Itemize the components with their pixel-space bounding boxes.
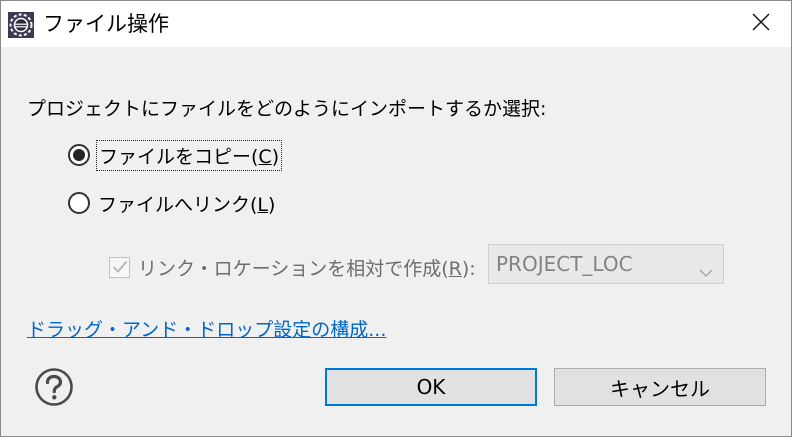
file-operation-dialog: ファイル操作 プロジェクトにファイルをどのようにインポートするか選択: ファイル…	[0, 0, 792, 437]
copy-files-radio[interactable]: ファイルをコピー(C)	[68, 139, 283, 171]
help-icon[interactable]	[34, 367, 74, 407]
relative-location-label: リンク・ロケーションを相対で作成(R):	[138, 257, 476, 280]
copy-files-label: ファイルをコピー(C)	[95, 139, 283, 171]
radio-selected-icon[interactable]	[68, 144, 90, 166]
location-combo-value: PROJECT_LOC	[496, 252, 633, 276]
checkbox-checked-icon[interactable]	[109, 256, 130, 278]
close-button[interactable]	[731, 1, 791, 47]
ok-button[interactable]: OK	[325, 368, 537, 406]
prompt-label: プロジェクトにファイルをどのようにインポートするか選択:	[27, 98, 547, 120]
chevron-down-icon[interactable]	[699, 258, 713, 282]
eclipse-icon	[7, 11, 35, 39]
configure-dnd-link[interactable]: ドラッグ・アンド・ドロップ設定の構成...	[27, 315, 386, 342]
link-files-label: ファイルへリンク(L)	[98, 193, 276, 216]
title-bar: ファイル操作	[1, 1, 791, 47]
close-icon	[752, 13, 770, 35]
dialog-title: ファイル操作	[43, 12, 169, 36]
radio-unselected-icon[interactable]	[68, 192, 90, 214]
link-files-radio[interactable]: ファイルへリンク(L)	[68, 188, 275, 218]
cancel-button[interactable]: キャンセル	[554, 368, 766, 406]
location-combo[interactable]: PROJECT_LOC	[488, 244, 724, 284]
relative-location-checkbox[interactable]: リンク・ロケーションを相対で作成(R):	[109, 252, 476, 282]
dialog-content: プロジェクトにファイルをどのようにインポートするか選択: ファイルをコピー(C)…	[1, 47, 791, 436]
